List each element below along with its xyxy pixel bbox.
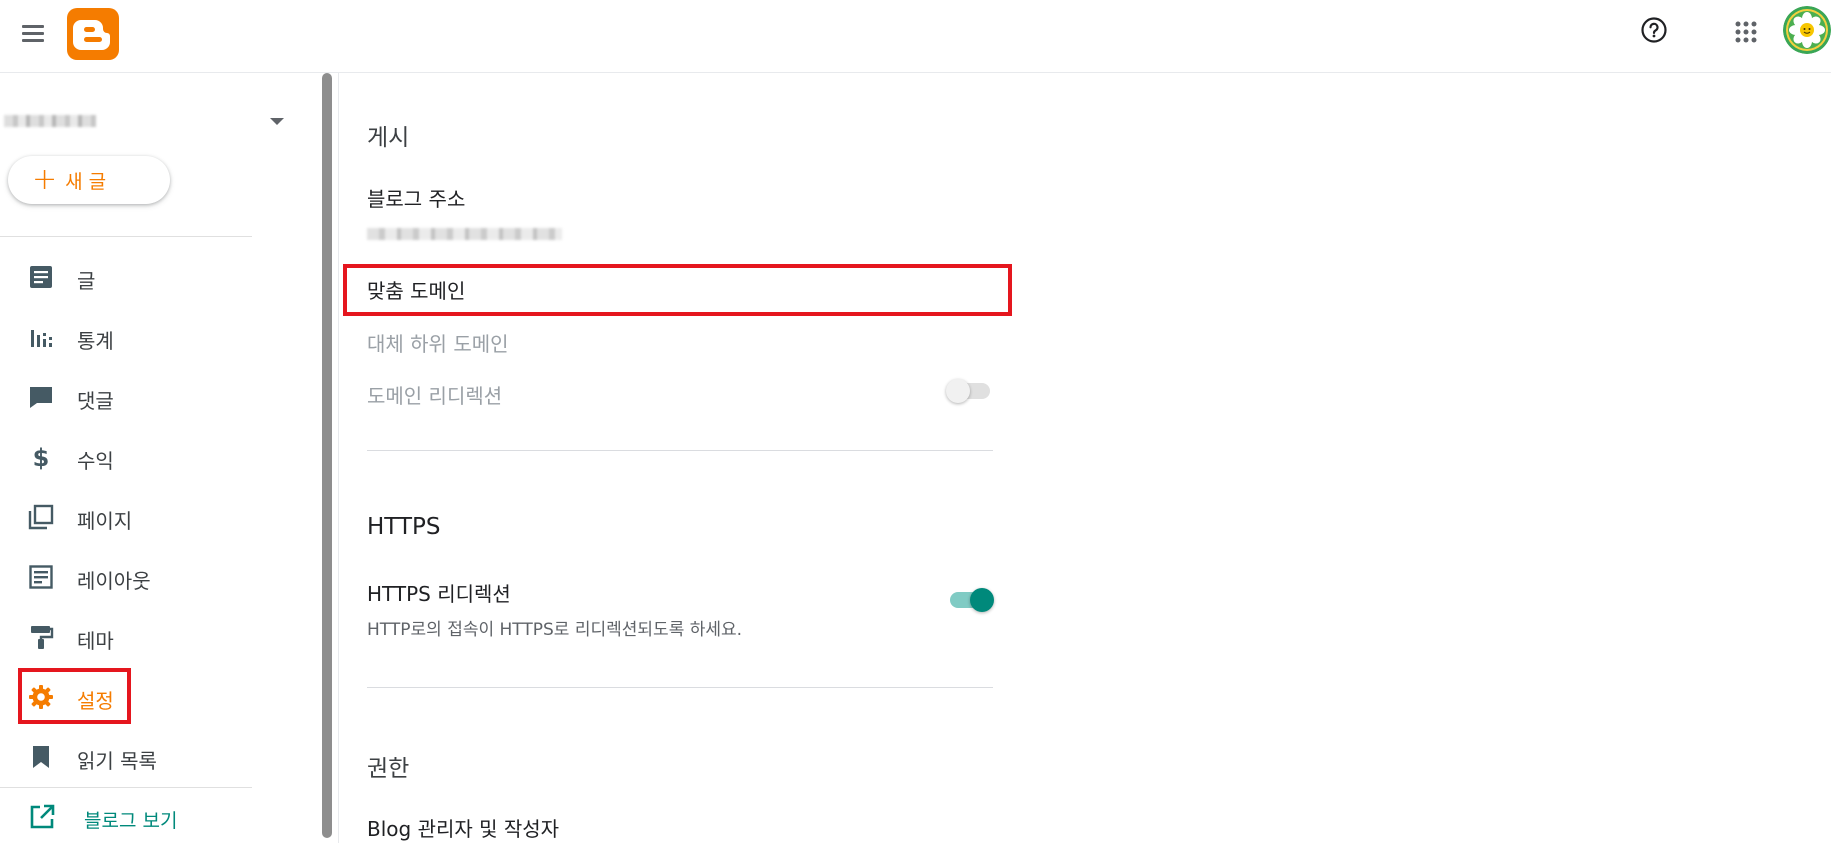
blog-selector[interactable]: [2, 101, 292, 137]
sidebar-item-stats[interactable]: 통계: [0, 311, 300, 363]
plus-icon: +: [32, 162, 58, 197]
domain-redirect-setting: 도메인 리디렉션: [367, 384, 503, 408]
chevron-down-icon[interactable]: [270, 118, 284, 125]
comments-icon: [30, 387, 52, 408]
section-publishing-title: 게시: [367, 125, 410, 151]
sidebar-item-label: 글: [77, 269, 96, 293]
blogger-logo[interactable]: [67, 8, 119, 60]
sidebar: + 새 글 글 통계 댓글 $ 수익 페이지 레이아웃 테마 설정 읽기 목록 …: [0, 73, 318, 843]
external-link-icon: [30, 804, 55, 829]
apps-grid-icon[interactable]: [1732, 18, 1760, 46]
top-bar: [0, 0, 1831, 73]
sidebar-item-label: 테마: [77, 629, 114, 653]
paint-roller-icon: [31, 626, 54, 649]
domain-redirect-toggle[interactable]: [946, 378, 994, 403]
view-blog-link[interactable]: 블로그 보기: [0, 795, 300, 841]
sidebar-item-label: 레이아웃: [77, 569, 151, 593]
sidebar-item-theme[interactable]: 테마: [0, 611, 300, 663]
sidebar-divider: [0, 236, 252, 237]
https-redirect-setting: HTTPS 리디렉션: [367, 582, 511, 606]
custom-domain-highlight-box: [343, 264, 1012, 316]
https-redirect-description: HTTP로의 접속이 HTTPS로 리디렉션되도록 하세요.: [367, 620, 743, 640]
fallback-subdomain-setting: 대체 하위 도메인: [367, 332, 509, 356]
bookmark-icon: [33, 746, 49, 768]
sidebar-scrollbar-thumb[interactable]: [322, 73, 332, 838]
hamburger-menu-icon[interactable]: [20, 20, 46, 46]
sidebar-item-label: 댓글: [77, 389, 114, 413]
sidebar-item-label: 읽기 목록: [77, 749, 157, 773]
sidebar-item-pages[interactable]: 페이지: [0, 491, 300, 543]
sidebar-item-earnings[interactable]: $ 수익: [0, 431, 300, 483]
sidebar-item-posts[interactable]: 글: [0, 251, 300, 303]
svg-text:$: $: [33, 444, 50, 470]
help-circle-icon[interactable]: [1640, 16, 1668, 44]
blog-admins-setting[interactable]: Blog 관리자 및 작성자: [367, 813, 559, 842]
sidebar-item-layout[interactable]: 레이아웃: [0, 551, 300, 603]
sidebar-item-label: 페이지: [77, 509, 133, 533]
sidebar-item-label: 통계: [77, 329, 114, 353]
new-post-label: 새 글: [65, 170, 107, 193]
blog-address-setting[interactable]: 블로그 주소: [367, 183, 465, 212]
blog-address-value-redacted: [367, 228, 562, 240]
layout-icon: [29, 565, 53, 589]
new-post-button[interactable]: + 새 글: [8, 156, 170, 204]
stats-icon: [31, 330, 52, 347]
sidebar-divider: [0, 787, 252, 788]
sidebar-item-label: 수익: [77, 449, 114, 473]
posts-icon: [30, 266, 52, 288]
settings-highlight-box: [18, 668, 131, 724]
section-https-title: HTTPS: [367, 514, 441, 540]
https-redirect-toggle[interactable]: [946, 587, 994, 612]
sidebar-item-reading-list[interactable]: 읽기 목록: [0, 731, 300, 783]
sidebar-item-comments[interactable]: 댓글: [0, 371, 300, 423]
section-divider: [367, 450, 993, 451]
section-divider: [367, 687, 993, 688]
blog-name-redacted: [4, 115, 96, 127]
flower-avatar[interactable]: [1783, 6, 1831, 54]
settings-main: 게시 블로그 주소 맞춤 도메인 대체 하위 도메인 도메인 리디렉션 HTTP…: [339, 73, 1831, 843]
view-blog-label: 블로그 보기: [84, 810, 178, 832]
section-permissions-title: 권한: [367, 756, 410, 782]
dollar-icon: $: [33, 444, 50, 470]
pages-icon: [28, 504, 54, 530]
